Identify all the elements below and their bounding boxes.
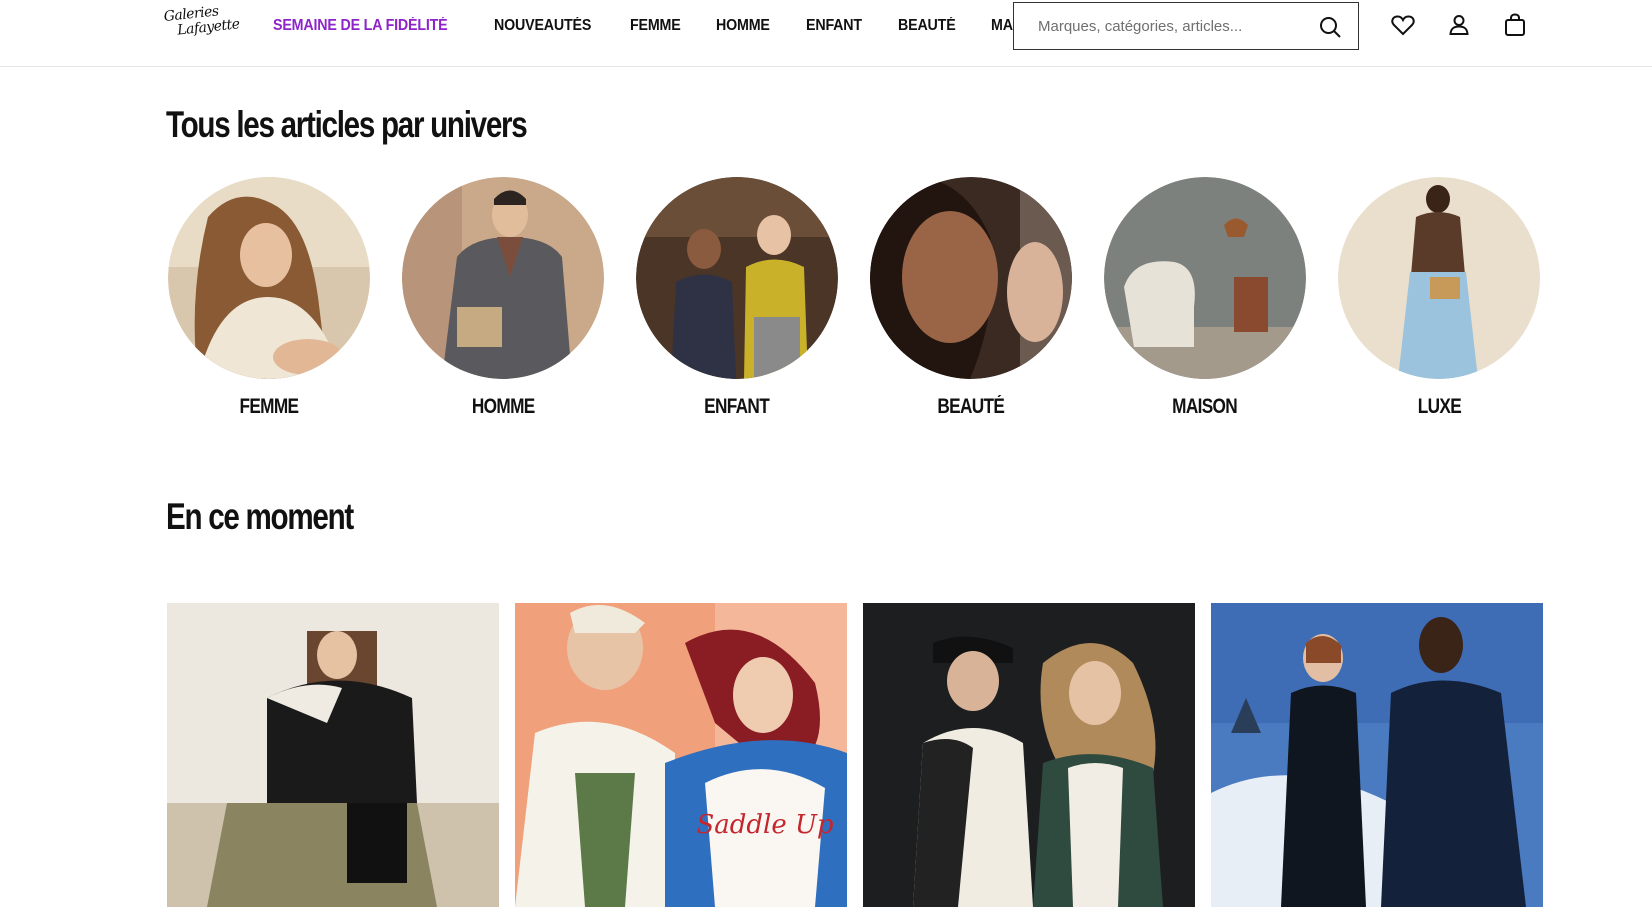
univers-item-beaute[interactable]: BEAUTÉ	[870, 177, 1074, 418]
femme-image	[168, 177, 370, 379]
search-box	[1013, 2, 1359, 50]
galeries-lafayette-logo[interactable]: Galeries Lafayette	[163, 2, 243, 50]
nav-item-semaine-fidelite[interactable]: SEMAINE DE LA FIDÉLITÉ	[273, 14, 448, 38]
heart-icon[interactable]	[1390, 12, 1416, 38]
beaute-image	[870, 177, 1072, 379]
univers-label-luxe: LUXE	[1417, 395, 1461, 418]
bag-icon[interactable]	[1502, 12, 1528, 38]
moment-title: En ce moment	[166, 496, 354, 537]
main-nav: SEMAINE DE LA FIDÉLITÉ NOUVEAUTÉS FEMME …	[273, 14, 1083, 38]
moment-card-3-image	[863, 603, 1195, 907]
nav-item-nouveautes[interactable]: NOUVEAUTÉS	[494, 14, 591, 38]
nav-item-enfant[interactable]: ENFANT	[806, 14, 862, 38]
homme-image	[402, 177, 604, 379]
moment-card-2-image: Saddle Up	[515, 603, 847, 907]
search-icon[interactable]	[1318, 15, 1342, 39]
univers-title: Tous les articles par univers	[166, 104, 528, 145]
univers-item-maison[interactable]: MAISON	[1104, 177, 1308, 418]
univers-item-enfant[interactable]: ENFANT	[636, 177, 840, 418]
moment-card-4[interactable]	[1211, 603, 1543, 907]
univers-item-luxe[interactable]: LUXE	[1338, 177, 1542, 418]
univers-label-maison: MAISON	[1172, 395, 1239, 418]
univers-label-homme: HOMME	[471, 395, 535, 418]
nav-item-beaute[interactable]: BEAUTÉ	[898, 14, 956, 38]
enfant-image	[636, 177, 838, 379]
univers-item-femme[interactable]: FEMME	[168, 177, 372, 418]
search-input[interactable]	[1014, 3, 1314, 49]
moment-card-2[interactable]: Saddle Up	[515, 603, 847, 907]
univers-label-enfant: ENFANT	[704, 395, 771, 418]
univers-label-femme: FEMME	[239, 395, 300, 418]
nav-item-homme[interactable]: HOMME	[716, 14, 770, 38]
univers-item-homme[interactable]: HOMME	[402, 177, 606, 418]
luxe-image	[1338, 177, 1540, 379]
univers-label-beaute: BEAUTÉ	[937, 395, 1006, 418]
moment-card-1-image	[167, 603, 499, 907]
saddle-up-text: Saddle Up	[696, 810, 833, 840]
moment-card-4-image	[1211, 603, 1543, 907]
moment-card-1[interactable]	[167, 603, 499, 907]
nav-item-femme[interactable]: FEMME	[630, 14, 681, 38]
moment-card-3[interactable]	[863, 603, 1195, 907]
site-header: Galeries Lafayette SEMAINE DE LA FIDÉLIT…	[0, 0, 1652, 67]
maison-image	[1104, 177, 1306, 379]
user-icon[interactable]	[1446, 12, 1472, 38]
